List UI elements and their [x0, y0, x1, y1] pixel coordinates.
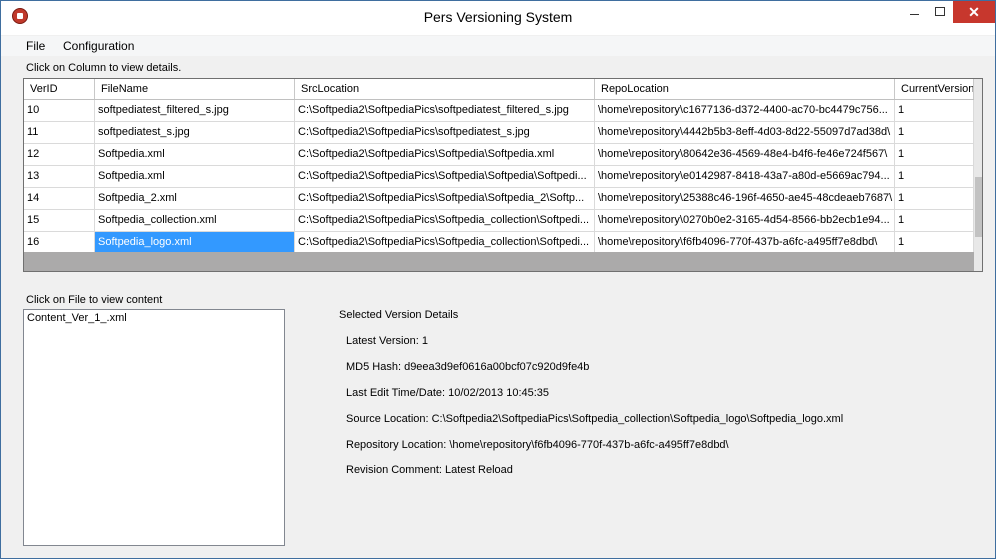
cell-filename[interactable]: Softpedia.xml: [95, 166, 295, 187]
cell-verid[interactable]: 10: [24, 100, 95, 121]
grid-empty-area: [24, 252, 974, 271]
maximize-button[interactable]: [927, 1, 953, 23]
grid-vertical-scrollbar[interactable]: [974, 79, 982, 271]
table-row[interactable]: 13 Softpedia.xml C:\Softpedia2\SoftpediaPi…: [24, 166, 974, 188]
column-header-repolocation[interactable]: RepoLocation: [595, 79, 895, 99]
cell-srclocation[interactable]: C:\Softpedia2\SoftpediaPics\Softpedia\So…: [295, 188, 595, 209]
cell-currentversion[interactable]: 1: [895, 122, 974, 143]
column-header-verid[interactable]: VerID: [24, 79, 95, 99]
cell-filename[interactable]: Softpedia_logo.xml: [95, 232, 295, 253]
window-title: Pers Versioning System: [423, 9, 573, 25]
table-row[interactable]: 10 softpediatest_filtered_s.jpg C:\Softped…: [24, 100, 974, 122]
cell-repolocation[interactable]: \home\repository\25388c46-196f-4650-ae45…: [595, 188, 895, 209]
minimize-button[interactable]: [901, 1, 927, 23]
detail-source-location: Source Location: C:\Softpedia2\Softpedia…: [346, 413, 844, 425]
cell-filename[interactable]: Softpedia_collection.xml: [95, 210, 295, 231]
cell-currentversion[interactable]: 1: [895, 232, 974, 253]
cell-verid[interactable]: 16: [24, 232, 95, 253]
cell-currentversion[interactable]: 1: [895, 166, 974, 187]
cell-repolocation[interactable]: \home\repository\0270b0e2-3165-4d54-8566…: [595, 210, 895, 231]
cell-filename[interactable]: Softpedia_2.xml: [95, 188, 295, 209]
cell-srclocation[interactable]: C:\Softpedia2\SoftpediaPics\Softpedia_co…: [295, 232, 595, 253]
close-icon: ✕: [968, 4, 980, 20]
detail-latest-version: Latest Version: 1: [346, 335, 428, 347]
column-header-filename[interactable]: FileName: [95, 79, 295, 99]
cell-filename[interactable]: softpediatest_s.jpg: [95, 122, 295, 143]
table-row[interactable]: 14 Softpedia_2.xml C:\Softpedia2\Softpedia…: [24, 188, 974, 210]
cell-repolocation[interactable]: \home\repository\f6fb4096-770f-437b-a6fc…: [595, 232, 895, 253]
files-hint-label: Click on File to view content: [26, 294, 163, 306]
cell-currentversion[interactable]: 1: [895, 100, 974, 121]
cell-filename[interactable]: Softpedia.xml: [95, 144, 295, 165]
column-header-srclocation[interactable]: SrcLocation: [295, 79, 595, 99]
menu-configuration[interactable]: Configuration: [63, 39, 134, 53]
cell-srclocation[interactable]: C:\Softpedia2\SoftpediaPics\softpediates…: [295, 122, 595, 143]
cell-repolocation[interactable]: \home\repository\c1677136-d372-4400-ac70…: [595, 100, 895, 121]
cell-srclocation[interactable]: C:\Softpedia2\SoftpediaPics\softpediates…: [295, 100, 595, 121]
detail-repository-location: Repository Location: \home\repository\f6…: [346, 439, 729, 451]
cell-repolocation[interactable]: \home\repository\e0142987-8418-43a7-a80d…: [595, 166, 895, 187]
cell-verid[interactable]: 12: [24, 144, 95, 165]
table-row[interactable]: 11 softpediatest_s.jpg C:\Softpedia2\Softp…: [24, 122, 974, 144]
maximize-icon: [927, 7, 953, 16]
cell-verid[interactable]: 14: [24, 188, 95, 209]
menu-file[interactable]: File: [26, 39, 45, 53]
title-bar[interactable]: Pers Versioning System ✕: [1, 1, 995, 35]
cell-repolocation[interactable]: \home\repository\80642e36-4569-48e4-b4f6…: [595, 144, 895, 165]
grid-header: VerID FileName SrcLocation RepoLocation …: [24, 79, 974, 100]
details-title: Selected Version Details: [339, 309, 459, 321]
grid-hint-label: Click on Column to view details.: [26, 62, 182, 74]
versions-grid[interactable]: VerID FileName SrcLocation RepoLocation …: [23, 78, 983, 272]
minimize-icon: [901, 14, 927, 15]
cell-verid[interactable]: 13: [24, 166, 95, 187]
table-row[interactable]: 16 Softpedia_logo.xml C:\Softpedia2\Softpe…: [24, 232, 974, 254]
cell-srclocation[interactable]: C:\Softpedia2\SoftpediaPics\Softpedia\So…: [295, 144, 595, 165]
close-button[interactable]: ✕: [953, 1, 995, 23]
menu-bar: File Configuration: [1, 36, 995, 56]
app-window: Pers Versioning System ✕ File Configurat…: [0, 0, 996, 559]
cell-filename[interactable]: softpediatest_filtered_s.jpg: [95, 100, 295, 121]
list-item[interactable]: Content_Ver_1_.xml: [27, 312, 127, 324]
cell-currentversion[interactable]: 1: [895, 188, 974, 209]
content-file-list[interactable]: Content_Ver_1_.xml: [23, 309, 285, 546]
table-row[interactable]: 15 Softpedia_collection.xml C:\Softpedia2\…: [24, 210, 974, 232]
cell-repolocation[interactable]: \home\repository\4442b5b3-8eff-4d03-8d22…: [595, 122, 895, 143]
cell-verid[interactable]: 11: [24, 122, 95, 143]
cell-srclocation[interactable]: C:\Softpedia2\SoftpediaPics\Softpedia\So…: [295, 166, 595, 187]
cell-srclocation[interactable]: C:\Softpedia2\SoftpediaPics\Softpedia_co…: [295, 210, 595, 231]
detail-last-edit: Last Edit Time/Date: 10/02/2013 10:45:35: [346, 387, 550, 399]
detail-revision-comment: Revision Comment: Latest Reload: [346, 464, 513, 476]
column-header-currentversion[interactable]: CurrentVersion: [895, 79, 974, 99]
detail-md5-hash: MD5 Hash: d9eea3d9ef0616a00bcf07c920d9fe…: [346, 361, 590, 373]
cell-currentversion[interactable]: 1: [895, 210, 974, 231]
table-row[interactable]: 12 Softpedia.xml C:\Softpedia2\SoftpediaPi…: [24, 144, 974, 166]
grid-scroll-thumb[interactable]: [975, 177, 982, 237]
cell-verid[interactable]: 15: [24, 210, 95, 231]
cell-currentversion[interactable]: 1: [895, 144, 974, 165]
